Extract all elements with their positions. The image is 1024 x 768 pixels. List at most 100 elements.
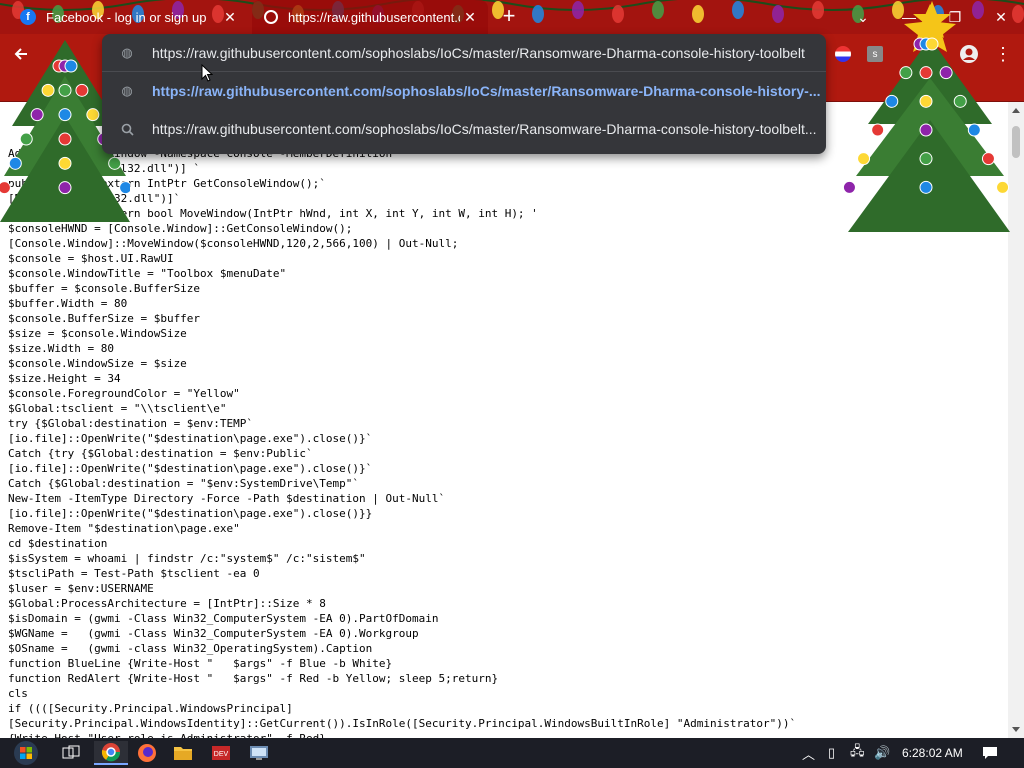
code-line: $buffer.Width = 80 <box>8 297 128 310</box>
ornament <box>58 108 72 122</box>
notification-icon <box>983 747 997 759</box>
tab-title: https://raw.githubusercontent.co <box>288 9 460 25</box>
tab-raw-github[interactable]: https://raw.githubusercontent.co ✕ <box>252 0 488 34</box>
light-bulb <box>692 5 704 23</box>
light-bulb <box>532 5 544 23</box>
light-bulb <box>732 1 744 19</box>
ornament <box>75 83 89 97</box>
tab-title: Facebook - log in or sign up <box>46 9 207 25</box>
file-explorer-icon <box>174 747 192 760</box>
code-line: [io.file]::OpenWrite("$destination\page.… <box>8 507 373 520</box>
vertical-scrollbar[interactable] <box>1008 102 1024 738</box>
ornament <box>58 156 72 170</box>
code-line: Catch {try {$Global:destination = $env:P… <box>8 447 313 460</box>
svg-text:DEV: DEV <box>214 751 229 758</box>
address-input[interactable]: https://raw.githubusercontent.com/sophos… <box>152 45 826 61</box>
media-app-icon: DEV <box>212 746 230 760</box>
show-hidden-icons-button[interactable]: ︿ <box>802 738 815 768</box>
globe-icon: ◍ <box>121 83 133 98</box>
ornament <box>108 156 122 170</box>
ornament <box>919 180 933 194</box>
action-center-button[interactable] <box>982 738 998 768</box>
new-tab-button[interactable]: + <box>498 5 520 27</box>
facebook-icon: f <box>20 9 36 25</box>
ornament <box>857 152 871 166</box>
network-icon: 🖧 <box>850 743 865 758</box>
code-line: $buffer = $console.BufferSize <box>8 282 201 295</box>
close-tab-icon[interactable]: ✕ <box>220 9 240 26</box>
ornament <box>30 108 44 122</box>
code-line: try {$Global:destination = $env:TEMP` <box>8 417 254 430</box>
code-line: $size.Width = 80 <box>8 342 114 355</box>
taskbar-network-monitor[interactable] <box>242 741 276 765</box>
taskbar-file-explorer[interactable] <box>166 741 200 765</box>
code-line: [Console.Window]::MoveWindow($consoleHWN… <box>8 237 459 250</box>
code-line: $WGName = (gwmi -Class Win32_ComputerSys… <box>8 627 419 640</box>
code-line: $size.Height = 34 <box>8 372 121 385</box>
taskbar-media-app[interactable]: DEV <box>204 741 238 765</box>
windows-start-icon <box>14 741 38 765</box>
light-bulb <box>572 1 584 19</box>
scroll-down-arrow-icon[interactable] <box>1012 727 1020 732</box>
ornament <box>64 59 78 73</box>
ornament <box>967 123 981 137</box>
volume-button[interactable]: 🔊 <box>874 738 890 768</box>
ornament <box>939 66 953 80</box>
tray-item[interactable]: ▯ <box>828 738 835 768</box>
code-line: Remove-Item "$destination\page.exe" <box>8 522 240 535</box>
taskbar-firefox[interactable] <box>130 741 164 765</box>
ornament <box>58 181 72 195</box>
mouse-cursor-icon <box>201 64 213 82</box>
code-line: $Global:ProcessArchitecture = [IntPtr]::… <box>8 597 326 610</box>
ornament <box>996 180 1010 194</box>
ornament <box>58 132 72 146</box>
code-line: $luser = $env:USERNAME <box>8 582 154 595</box>
code-line: Catch {$Global:destination = "$env:Syste… <box>8 477 359 490</box>
suggestion-text: https://raw.githubusercontent.com/sophos… <box>152 121 817 137</box>
globe-icon <box>264 10 278 24</box>
start-button[interactable] <box>6 739 46 767</box>
code-line: function RedAlert {Write-Host " $args" -… <box>8 672 499 685</box>
code-line: $console.WindowTitle = "Toolbox $menuDat… <box>8 267 287 280</box>
code-line: $isDomain = (gwmi -Class Win32_ComputerS… <box>8 612 439 625</box>
code-line: cls <box>8 687 28 700</box>
task-view-icon <box>62 745 80 759</box>
code-line: $console = $host.UI.RawUI <box>8 252 174 265</box>
windows-taskbar: DEV ︿ ▯ 🖧 🔊 6:28:02 AM <box>0 738 1024 768</box>
code-line: $OSname = (gwmi -class Win32_OperatingSy… <box>8 642 373 655</box>
code-line: $console.ForegroundColor = "Yellow" <box>8 387 240 400</box>
code-line: $Global:tsclient = "\\tsclient\e" <box>8 402 227 415</box>
code-line: [io.file]::OpenWrite("$destination\page.… <box>8 462 373 475</box>
ornament <box>953 94 967 108</box>
taskbar-clock[interactable]: 6:28:02 AM <box>902 738 963 768</box>
network-button[interactable]: 🖧 <box>850 738 865 768</box>
globe-icon: ◍ <box>121 45 133 60</box>
ornament <box>919 152 933 166</box>
ornament <box>41 83 55 97</box>
code-line: $isSystem = whoami | findstr /c:"system$… <box>8 552 366 565</box>
search-icon <box>102 123 152 136</box>
close-tab-icon[interactable]: ✕ <box>460 9 480 26</box>
ornament <box>58 83 72 97</box>
scrollbar-thumb[interactable] <box>1012 126 1020 158</box>
taskbar-chrome[interactable] <box>94 741 128 765</box>
ornament <box>885 94 899 108</box>
code-line: $console.WindowSize = $size <box>8 357 187 370</box>
ornament <box>8 156 22 170</box>
light-bulb <box>812 1 824 19</box>
code-line: [Security.Principal.WindowsIdentity]::Ge… <box>8 717 797 730</box>
ornament <box>19 132 33 146</box>
ornament <box>871 123 885 137</box>
ornament <box>86 108 100 122</box>
code-line: cd $destination <box>8 537 108 550</box>
chrome-icon <box>101 743 121 762</box>
suggestion-item[interactable]: https://raw.githubusercontent.com/sophos… <box>102 110 826 148</box>
code-line: {Write-Host "User role is Administrator"… <box>8 731 998 738</box>
ornament <box>981 152 995 166</box>
code-line: [io.file]::OpenWrite("$destination\page.… <box>8 432 373 445</box>
code-line: $console.BufferSize = $buffer <box>8 312 201 325</box>
code-line: $tscliPath = Test-Path $tsclient -ea 0 <box>8 567 260 580</box>
ornament <box>119 181 130 195</box>
scroll-up-arrow-icon[interactable] <box>1012 108 1020 113</box>
task-view-button[interactable] <box>54 741 88 765</box>
